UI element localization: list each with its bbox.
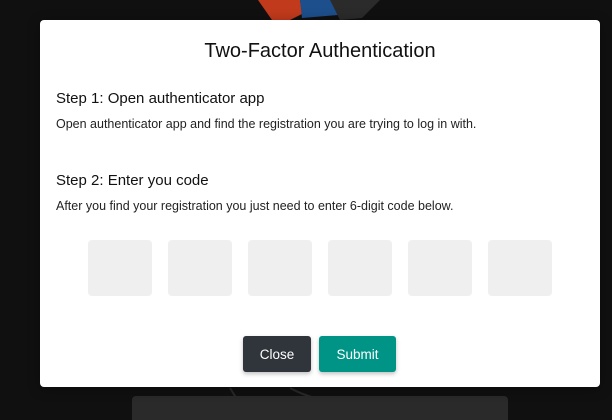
two-factor-modal: Two-Factor Authentication Step 1: Open a… (40, 20, 600, 387)
step1-description: Open authenticator app and find the regi… (56, 117, 477, 131)
code-digit-4[interactable] (328, 240, 392, 296)
step1-heading: Step 1: Open authenticator app (56, 90, 265, 107)
code-digit-1[interactable] (88, 240, 152, 296)
modal-title: Two-Factor Authentication (204, 40, 436, 62)
background-input-field (132, 396, 508, 420)
code-digit-5[interactable] (408, 240, 472, 296)
code-input-row (88, 240, 552, 296)
code-digit-6[interactable] (488, 240, 552, 296)
code-digit-2[interactable] (168, 240, 232, 296)
step2-heading: Step 2: Enter you code (56, 172, 209, 189)
code-digit-3[interactable] (248, 240, 312, 296)
step2-description: After you find your registration you jus… (56, 199, 454, 213)
submit-button[interactable]: Submit (319, 336, 396, 372)
close-button[interactable]: Close (243, 336, 311, 372)
